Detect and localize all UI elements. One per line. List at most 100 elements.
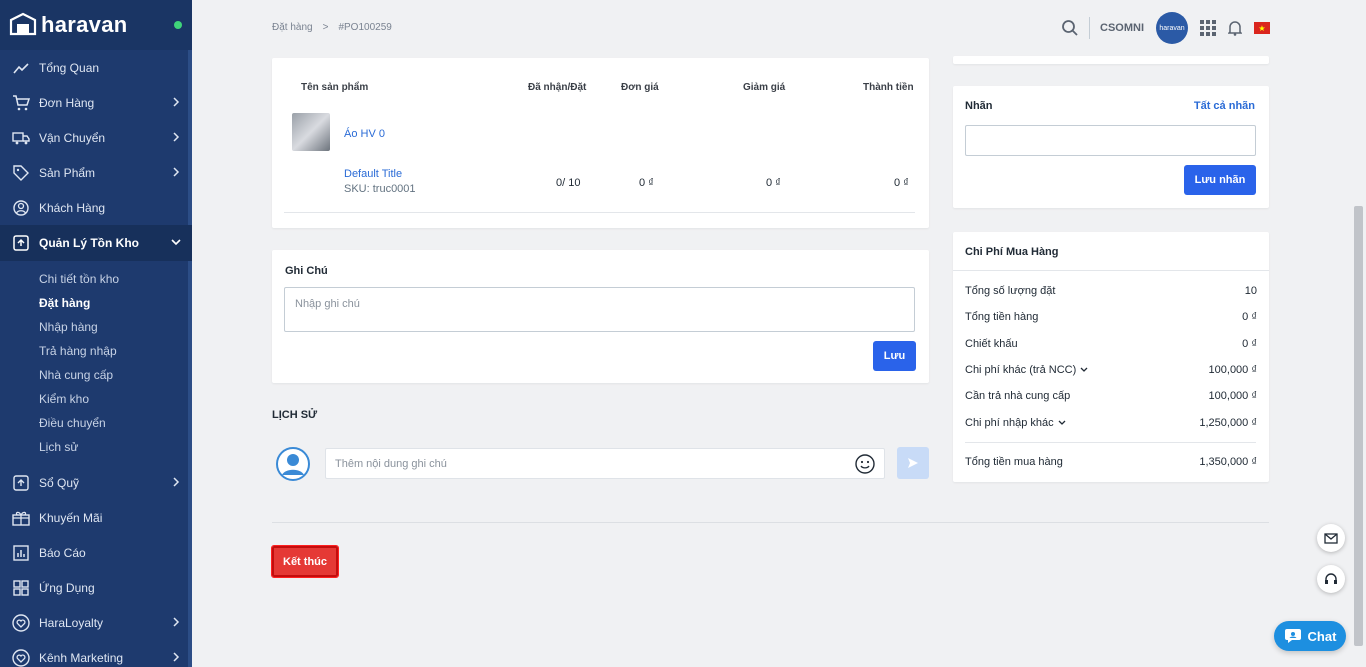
page-scrollbar-thumb[interactable] xyxy=(1354,206,1363,646)
apps-grid-icon[interactable] xyxy=(1200,20,1216,36)
variant-title[interactable]: Default Title xyxy=(344,168,402,180)
breadcrumb: Đặt hàng > #PO100259 xyxy=(272,22,392,33)
all-tags-link[interactable]: Tất cả nhãn xyxy=(1194,100,1255,112)
cost-label: Chiết khấu xyxy=(965,338,1018,350)
bell-icon[interactable] xyxy=(1228,20,1242,36)
sidebar-item-so-quy[interactable]: Sổ Quỹ xyxy=(0,465,192,500)
chat-label: Chat xyxy=(1307,628,1337,644)
subnav-nhap-hang[interactable]: Nhập hàng xyxy=(0,315,192,339)
cost-row-other-supplier[interactable]: Chi phí khác (trả NCC) 100,000 ₫ xyxy=(965,364,1257,376)
vietnam-flag-icon[interactable]: ★ xyxy=(1254,22,1270,34)
sidebar-item-label: Khách Hàng xyxy=(39,200,106,215)
cost-label: Tổng số lượng đặt xyxy=(965,285,1056,297)
subnav-dat-hang[interactable]: Đặt hàng xyxy=(0,291,192,315)
history-comment-placeholder: Thêm nội dung ghi chú xyxy=(335,458,447,470)
cost-value: 1,250,000 ₫ xyxy=(1199,417,1257,429)
haravan-logo-icon xyxy=(9,12,37,36)
subnav-lich-su[interactable]: Lịch sử xyxy=(0,435,192,459)
cost-row-subtotal: Tổng tiền hàng 0 ₫ xyxy=(965,311,1257,323)
sidebar-item-san-pham[interactable]: Sản Phẩm xyxy=(0,155,192,190)
subnav-tra-hang-nhap[interactable]: Trả hàng nhập xyxy=(0,339,192,363)
product-sku: SKU: truc0001 xyxy=(344,183,416,195)
brand-name: haravan xyxy=(41,12,128,37)
divider xyxy=(1089,17,1090,39)
mail-icon xyxy=(1324,532,1338,544)
chevron-right-icon xyxy=(173,652,180,662)
cost-label: Chi phí khác (trả NCC) xyxy=(965,364,1077,376)
sidebar-item-khach-hang[interactable]: Khách Hàng xyxy=(0,190,192,225)
divider xyxy=(965,442,1256,443)
cost-value: 0 ₫ xyxy=(1242,311,1257,323)
sidebar-item-bao-cao[interactable]: Báo Cáo xyxy=(0,535,192,570)
cost-row-total-qty: Tổng số lượng đặt 10 xyxy=(965,285,1257,297)
email-support-button[interactable] xyxy=(1317,524,1345,552)
emoji-icon[interactable] xyxy=(855,454,875,474)
sidebar-item-quan-ly-ton-kho[interactable]: Quản Lý Tồn Kho xyxy=(0,225,192,261)
cost-label: Cần trả nhà cung cấp xyxy=(965,390,1071,402)
note-textarea[interactable]: Nhập ghi chú xyxy=(284,287,915,332)
send-comment-button[interactable] xyxy=(897,447,929,479)
note-title: Ghi Chú xyxy=(285,265,328,277)
purchase-costs-card: Chi Phí Mua Hàng Tổng số lượng đặt 10 Tổ… xyxy=(953,232,1269,482)
breadcrumb-separator: > xyxy=(322,22,329,33)
chevron-down-icon[interactable] xyxy=(1079,365,1089,375)
tags-input[interactable] xyxy=(965,125,1256,156)
avatar[interactable]: haravan xyxy=(1156,12,1188,44)
cost-label: Chi phí nhập khác xyxy=(965,417,1054,429)
chevron-right-icon xyxy=(173,97,180,107)
store-name[interactable]: CSOMNI xyxy=(1100,22,1144,34)
heart-icon xyxy=(12,613,30,632)
history-comment-input[interactable]: Thêm nội dung ghi chú xyxy=(325,448,885,479)
breadcrumb-parent-link[interactable]: Đặt hàng xyxy=(272,22,313,33)
chevron-right-icon xyxy=(173,132,180,142)
save-note-button[interactable]: Lưu xyxy=(873,341,916,371)
sidebar-item-khuyen-mai[interactable]: Khuyến Mãi xyxy=(0,500,192,535)
sidebar-item-van-chuyen[interactable]: Vận Chuyển xyxy=(0,120,192,155)
finish-button[interactable]: Kết thúc xyxy=(271,545,339,578)
topbar: Đặt hàng > #PO100259 CSOMNI haravan ★ xyxy=(192,0,1366,56)
products-card: Tên sản phẩm Đã nhận/Đặt Đơn giá Giảm gi… xyxy=(272,58,929,228)
sidebar-item-ung-dung[interactable]: Ứng Dụng xyxy=(0,570,192,605)
product-name-link[interactable]: Áo HV 0 xyxy=(344,128,385,140)
cost-row-grand-total: Tổng tiền mua hàng 1,350,000 ₫ xyxy=(965,456,1257,468)
sidebar-item-label: Ứng Dụng xyxy=(39,580,95,595)
status-online-dot xyxy=(174,21,182,29)
cost-label: Tổng tiền hàng xyxy=(965,311,1039,323)
chevron-right-icon xyxy=(173,167,180,177)
sidebar-item-haraloyalty[interactable]: HaraLoyalty xyxy=(0,605,192,640)
top-partial-card xyxy=(953,56,1269,64)
history-title: LỊCH SỬ xyxy=(272,409,318,421)
logo[interactable]: haravan xyxy=(0,0,192,50)
user-circle-icon xyxy=(12,199,30,217)
sidebar-item-label: Tổng Quan xyxy=(39,60,100,75)
sidebar-item-tong-quan[interactable]: Tổng Quan xyxy=(0,50,192,85)
divider xyxy=(284,212,915,213)
chat-button[interactable]: Chat xyxy=(1274,621,1346,651)
cost-row-other-import[interactable]: Chi phí nhập khác 1,250,000 ₫ xyxy=(965,417,1257,429)
save-tags-button[interactable]: Lưu nhãn xyxy=(1184,165,1256,195)
cost-value: 10 xyxy=(1244,285,1257,297)
chevron-down-icon[interactable] xyxy=(1057,418,1067,428)
line-total-value: 0 ₫ xyxy=(894,177,909,189)
headset-support-button[interactable] xyxy=(1317,565,1345,593)
received-ordered-value: 0/ 10 xyxy=(556,177,581,189)
sidebar: haravan Tổng Quan Đơn Hàng Vận Chuyển Sả… xyxy=(0,0,192,667)
page-scrollbar-track[interactable] xyxy=(1351,0,1366,667)
chevron-right-icon xyxy=(173,477,180,487)
subnav-nha-cung-cap[interactable]: Nhà cung cấp xyxy=(0,363,192,387)
search-icon[interactable] xyxy=(1061,19,1079,37)
sidebar-item-kenh-marketing[interactable]: Kênh Marketing xyxy=(0,640,192,667)
subnav-dieu-chuyen[interactable]: Điều chuyển xyxy=(0,411,192,435)
inventory-box-icon xyxy=(12,234,30,252)
sidebar-item-label: Quản Lý Tồn Kho xyxy=(39,236,139,250)
sidebar-item-don-hang[interactable]: Đơn Hàng xyxy=(0,85,192,120)
unit-price-value: 0 ₫ xyxy=(639,177,654,189)
col-header-discount: Giảm giá xyxy=(743,82,786,93)
topbar-actions: CSOMNI haravan ★ xyxy=(1061,10,1270,46)
product-thumbnail[interactable] xyxy=(292,113,330,151)
divider xyxy=(953,270,1269,271)
headset-icon xyxy=(1325,573,1337,584)
subnav-chi-tiet-ton-kho[interactable]: Chi tiết tồn kho xyxy=(0,267,192,291)
subnav-kiem-kho[interactable]: Kiểm kho xyxy=(0,387,192,411)
divider xyxy=(272,522,1269,523)
